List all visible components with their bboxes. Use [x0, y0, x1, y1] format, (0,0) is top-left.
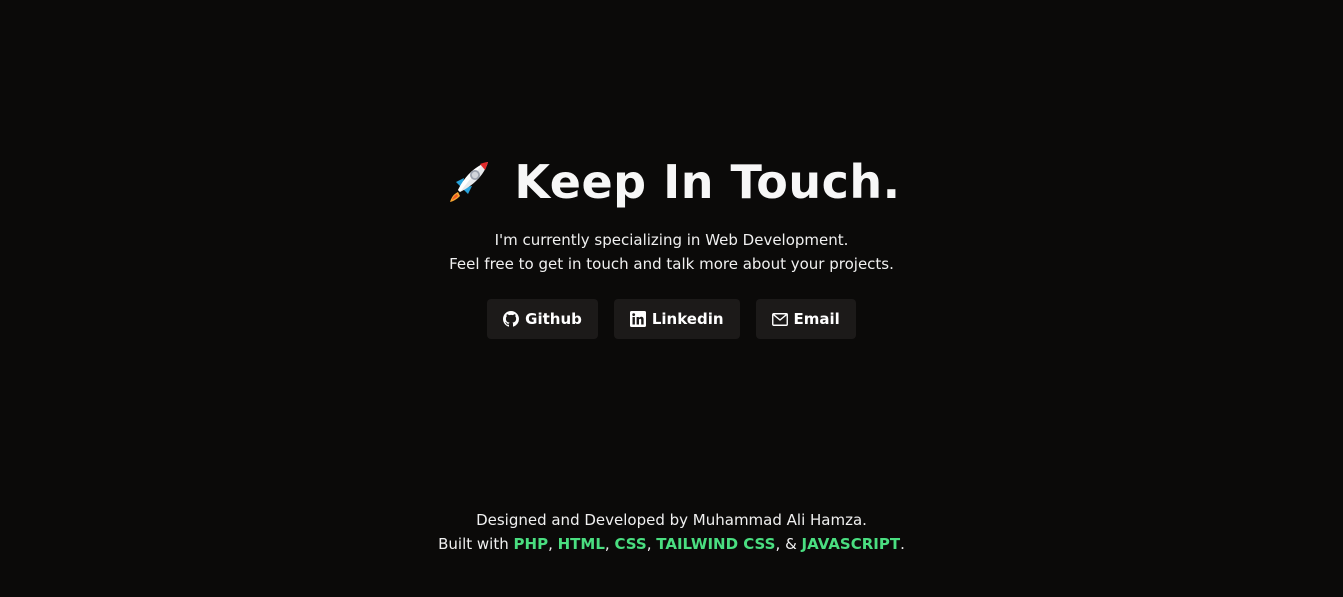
built-with-prefix: Built with: [438, 535, 509, 553]
hero-section: Keep In Touch. I'm currently specializin…: [0, 150, 1343, 339]
tech-php: PHP: [513, 535, 549, 553]
and-symbol: &: [785, 535, 797, 553]
contact-buttons: Github Linkedin Email: [0, 299, 1343, 339]
linkedin-button[interactable]: Linkedin: [613, 299, 740, 339]
footer-credit: Designed and Developed by Muhammad Ali H…: [476, 511, 867, 529]
separator: ,: [604, 535, 610, 553]
footer-end: .: [900, 535, 905, 553]
intro-line-1: I'm currently specializing in Web Develo…: [494, 231, 849, 249]
mail-icon: [771, 312, 788, 326]
github-button[interactable]: Github: [487, 299, 598, 339]
email-label: Email: [793, 310, 840, 328]
footer: Designed and Developed by Muhammad Ali H…: [0, 508, 1343, 556]
tech-css: CSS: [614, 535, 647, 553]
github-label: Github: [525, 310, 582, 328]
page: Keep In Touch. I'm currently specializin…: [0, 0, 1343, 597]
tech-javascript: JAVASCRIPT: [801, 535, 901, 553]
separator: ,: [646, 535, 652, 553]
intro-text: I'm currently specializing in Web Develo…: [0, 228, 1343, 276]
github-icon: [503, 311, 520, 327]
separator: ,: [548, 535, 553, 553]
email-button[interactable]: Email: [755, 299, 856, 339]
separator: ,: [775, 535, 781, 553]
tech-html: HTML: [557, 535, 605, 553]
page-title: Keep In Touch.: [514, 155, 901, 209]
linkedin-label: Linkedin: [651, 310, 724, 328]
linkedin-icon: [629, 311, 646, 327]
title-row: Keep In Touch.: [0, 150, 1343, 214]
footer-built-with: Built with PHP, HTML, CSS, TAILWIND CSS,…: [0, 532, 1343, 556]
rocket-emoji-icon: [442, 156, 494, 208]
intro-line-2: Feel free to get in touch and talk more …: [449, 255, 894, 273]
tech-tailwind: TAILWIND CSS: [656, 535, 776, 553]
